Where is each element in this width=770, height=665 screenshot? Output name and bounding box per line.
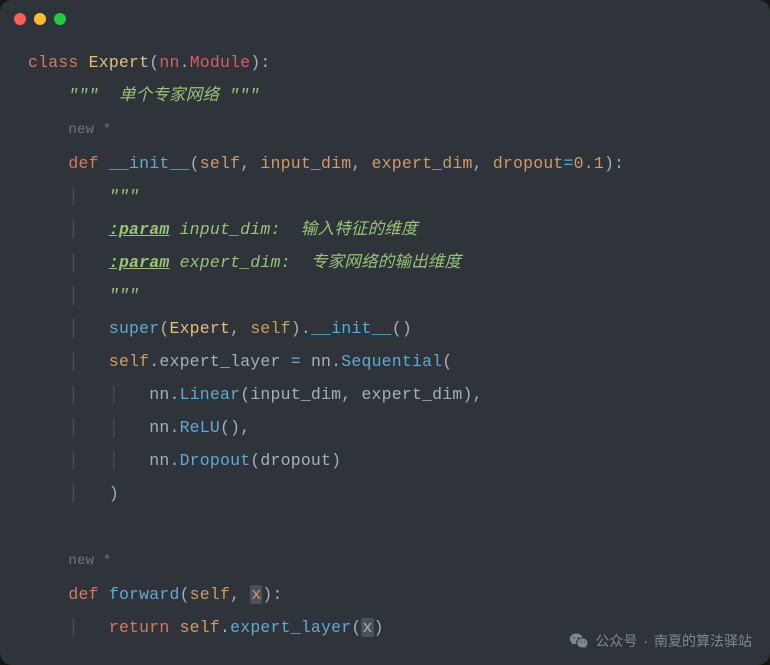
method-init: __init__ xyxy=(109,154,190,173)
param-input-dim: input_dim xyxy=(260,154,351,173)
num-01: 0.1 xyxy=(574,154,604,173)
nn-sequential: Sequential xyxy=(341,352,442,371)
watermark: 公众号 · 南夏的算法驿站 xyxy=(569,631,752,651)
arg-x: x xyxy=(361,618,373,637)
keyword-class: class xyxy=(28,53,79,72)
init-call: __init__ xyxy=(311,319,392,338)
vcs-annotation: new * xyxy=(68,122,111,138)
wechat-icon xyxy=(569,631,589,651)
doctag-param: :param xyxy=(109,220,170,239)
zoom-icon[interactable] xyxy=(54,13,66,25)
code-editor[interactable]: class Expert(nn.Module): """ 单个专家网络 """ … xyxy=(0,38,770,664)
docstring-close: """ xyxy=(229,86,259,105)
keyword-return: return xyxy=(109,618,170,637)
vcs-annotation2: new * xyxy=(68,553,111,569)
paren: ( xyxy=(149,53,159,72)
param-expert-dim: expert_dim xyxy=(372,154,473,173)
nn-relu: ReLU xyxy=(180,418,220,437)
watermark-label2: 南夏的算法驿站 xyxy=(654,631,752,651)
attr-expert-layer: expert_layer xyxy=(159,352,280,371)
doc-input-dim: input_dim: xyxy=(169,220,290,239)
eq-op: = xyxy=(564,154,574,173)
doctag-param2: :param xyxy=(109,253,170,272)
class-name: Expert xyxy=(89,53,150,72)
watermark-sep: · xyxy=(643,633,648,649)
code-window: class Expert(nn.Module): """ 单个专家网络 """ … xyxy=(0,0,770,665)
docstring2-open: """ xyxy=(109,187,139,206)
titlebar xyxy=(0,0,770,38)
watermark-label1: 公众号 xyxy=(595,631,637,651)
nn-dropout: Dropout xyxy=(180,451,251,470)
docstring-text: 单个专家网络 xyxy=(99,86,230,105)
nn-linear: Linear xyxy=(180,385,241,404)
module-id: Module xyxy=(190,53,251,72)
keyword-def: def xyxy=(68,154,98,173)
docstring2-close: """ xyxy=(109,286,139,305)
builtin-super: super xyxy=(109,319,160,338)
close-icon[interactable] xyxy=(14,13,26,25)
param-dropout: dropout xyxy=(493,154,564,173)
docstring-open: """ xyxy=(68,86,98,105)
doc-expert-zh: 专家网络的输出维度 xyxy=(301,253,461,272)
call-expert-layer: expert_layer xyxy=(230,618,351,637)
param-self: self xyxy=(200,154,240,173)
method-forward: forward xyxy=(109,585,180,604)
doc-expert-dim: expert_dim: xyxy=(169,253,300,272)
param-x: x xyxy=(250,585,262,604)
nn-id: nn xyxy=(159,53,179,72)
doc-input-zh: 输入特征的维度 xyxy=(291,220,418,239)
minimize-icon[interactable] xyxy=(34,13,46,25)
